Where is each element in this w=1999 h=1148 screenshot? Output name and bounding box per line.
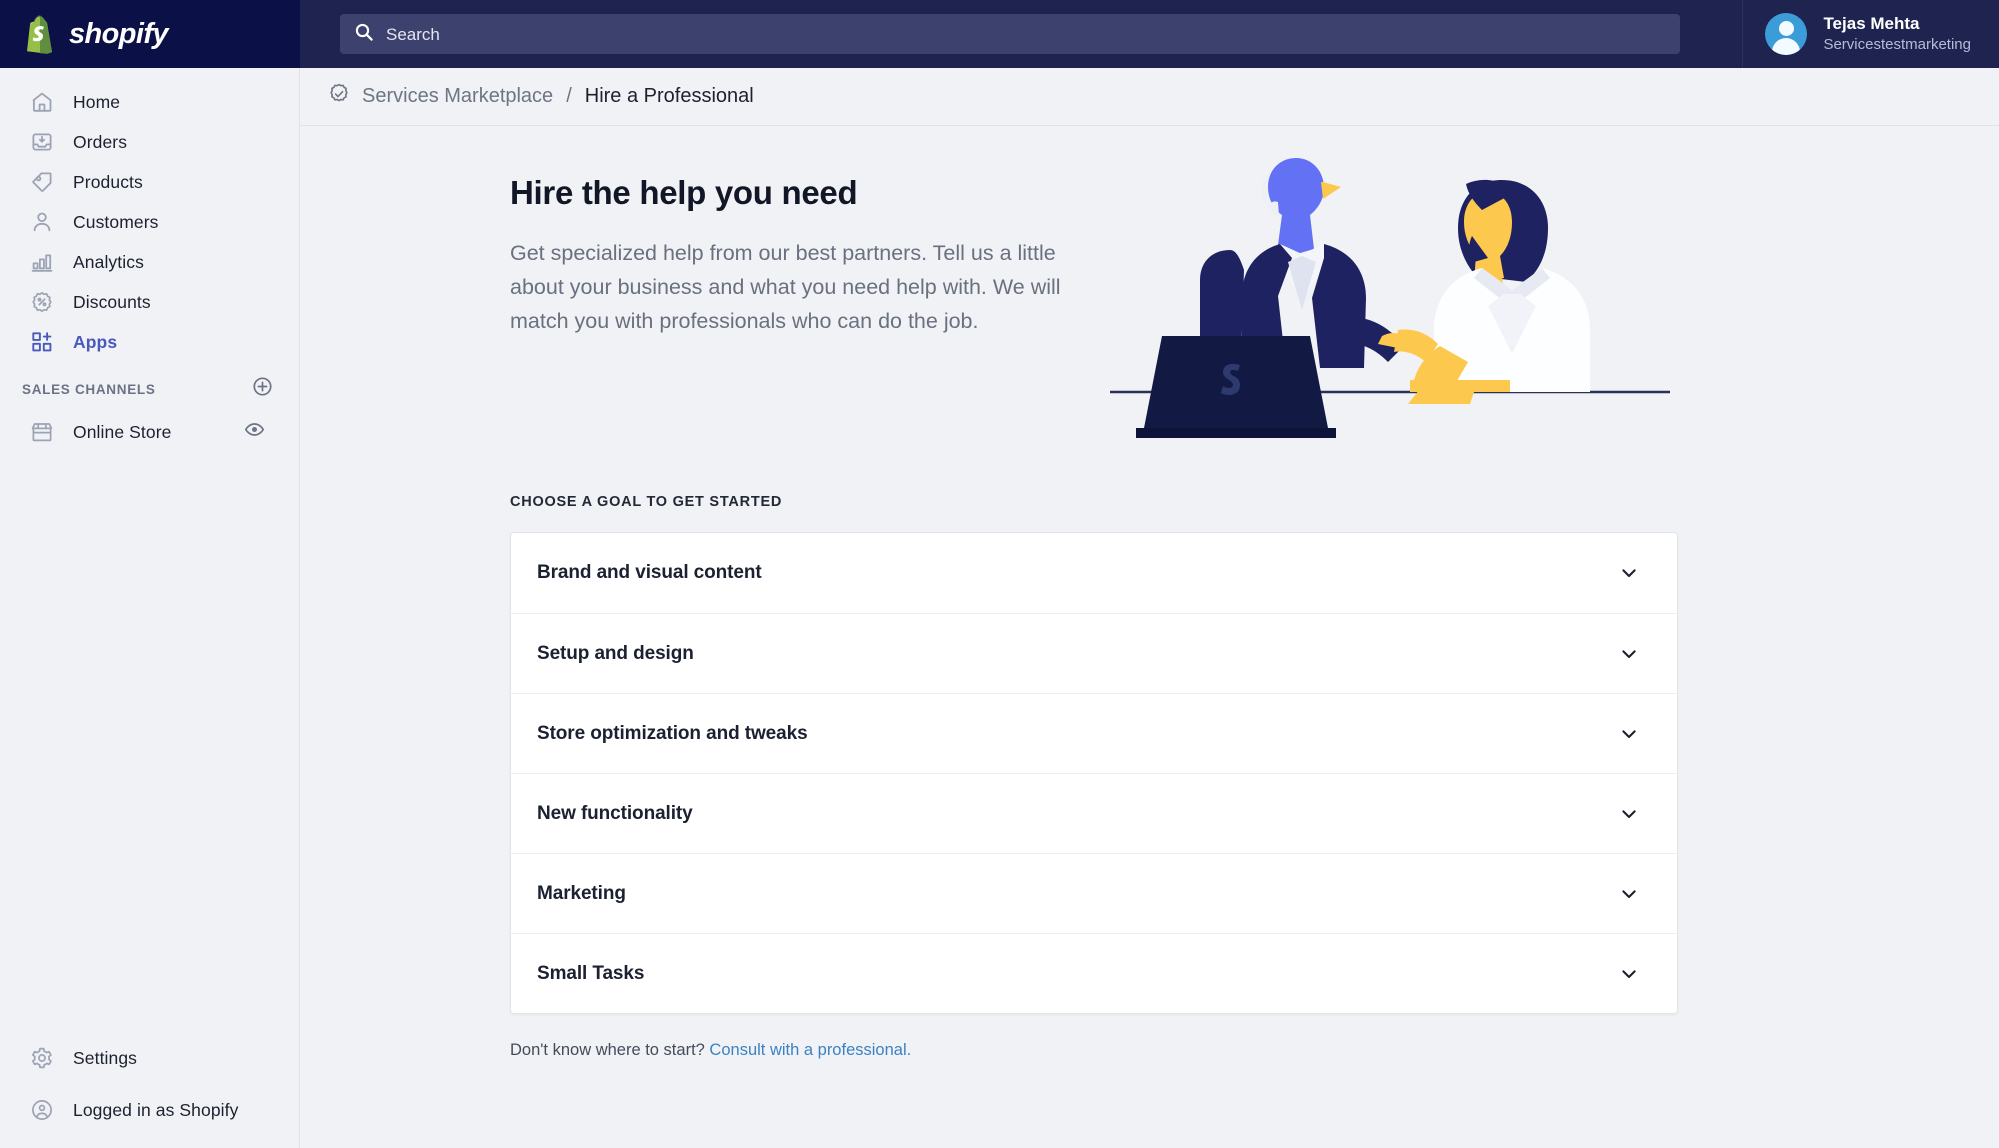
bar-chart-icon [30, 250, 54, 274]
accordion-label: Brand and visual content [537, 562, 762, 583]
accordion-label: New functionality [537, 802, 693, 824]
accordion-row-new-functionality[interactable]: New functionality [511, 773, 1677, 853]
search-icon [354, 22, 374, 47]
accordion-row-brand-and-visual-content[interactable]: Brand and visual content [511, 533, 1677, 613]
search-placeholder: Search [386, 24, 440, 44]
sales-channels-title: SALES CHANNELS [22, 381, 156, 397]
chevron-down-icon [1619, 563, 1639, 583]
chevron-down-icon [1619, 964, 1639, 984]
gear-icon [30, 1046, 54, 1070]
verified-badge-icon [328, 83, 350, 110]
sidebar-item-label: Settings [73, 1047, 138, 1068]
consult-professional-link[interactable]: Consult with a professional. [709, 1041, 911, 1059]
sidebar-item-label: Online Store [73, 421, 172, 442]
plus-circle-icon[interactable] [252, 376, 273, 402]
sidebar-item-label: Apps [73, 331, 118, 352]
chevron-down-icon [1619, 804, 1639, 824]
shopify-logo[interactable]: shopify [0, 0, 300, 68]
goals-accordion: Brand and visual content Setup and desig… [510, 532, 1678, 1014]
accordion-label: Store optimization and tweaks [537, 722, 808, 744]
sidebar-item-label: Home [73, 91, 121, 112]
accordion-row-small-tasks[interactable]: Small Tasks [511, 933, 1677, 1013]
chevron-down-icon [1619, 644, 1639, 664]
person-icon [30, 210, 54, 234]
sidebar-item-label: Products [73, 171, 143, 192]
top-bar-search-area: Search [300, 0, 1742, 68]
sales-channels-header: SALES CHANNELS [0, 362, 299, 412]
tag-icon [30, 170, 54, 194]
home-icon [30, 90, 54, 114]
accordion-row-setup-and-design[interactable]: Setup and design [511, 613, 1677, 693]
storefront-icon [30, 420, 54, 444]
footnote: Don't know where to start? Consult with … [510, 1041, 1680, 1060]
sidebar-item-label: Orders [73, 131, 128, 152]
sidebar-item-analytics[interactable]: Analytics [8, 242, 291, 282]
accordion-label: Marketing [537, 882, 626, 904]
accordion-row-store-optimization-and-tweaks[interactable]: Store optimization and tweaks [511, 693, 1677, 773]
sidebar-item-apps[interactable]: Apps [8, 322, 291, 362]
footnote-text: Don't know where to start? [510, 1041, 705, 1059]
chevron-down-icon [1619, 724, 1639, 744]
eye-icon[interactable] [244, 419, 265, 445]
body-row: Home Orders Products Customers Analytics… [0, 68, 1999, 1148]
page-title: Hire the help you need [510, 174, 858, 211]
two-people-at-laptop-illustration [1110, 158, 1680, 440]
sidebar-item-products[interactable]: Products [8, 162, 291, 202]
discount-icon [30, 290, 54, 314]
accordion-label: Small Tasks [537, 962, 645, 984]
search-input[interactable]: Search [340, 14, 1680, 54]
sidebar-item-label: Discounts [73, 291, 151, 312]
breadcrumb: Services Marketplace / Hire a Profession… [300, 68, 1999, 126]
user-menu[interactable]: Tejas Mehta Servicestestmarketing [1742, 0, 1999, 68]
goals-heading: CHOOSE A GOAL TO GET STARTED [510, 494, 783, 510]
breadcrumb-parent[interactable]: Services Marketplace [362, 85, 553, 108]
chevron-down-icon [1619, 884, 1639, 904]
sidebar-item-online-store[interactable]: Online Store [8, 412, 291, 452]
sidebar-item-logged-in-as[interactable]: Logged in as Shopify [8, 1090, 291, 1130]
shopify-admin-window: shopify Search Tejas Mehta Servicestestm… [0, 0, 1999, 1148]
orders-icon [30, 130, 54, 154]
user-name: Tejas Mehta [1823, 13, 1920, 33]
shopify-bag-icon [22, 14, 58, 54]
sidebar-bottom: Settings Logged in as Shopify [0, 1038, 299, 1148]
hero-text: Hire the help you need Get specialized h… [510, 160, 1110, 338]
brand-wordmark: shopify [69, 17, 169, 50]
top-bar: shopify Search Tejas Mehta Servicestestm… [0, 0, 1999, 68]
sidebar-item-label: Analytics [73, 251, 144, 272]
page-description: Get specialized help from our best partn… [510, 241, 1061, 333]
avatar [1765, 13, 1808, 55]
sidebar-item-label: Logged in as Shopify [73, 1099, 239, 1120]
sidebar-item-discounts[interactable]: Discounts [8, 282, 291, 322]
sidebar-item-label: Customers [73, 211, 159, 232]
sidebar-item-home[interactable]: Home [8, 82, 291, 122]
main-content: Services Marketplace / Hire a Profession… [300, 68, 1999, 1148]
accordion-label: Setup and design [537, 642, 694, 664]
breadcrumb-current: Hire a Professional [584, 85, 754, 107]
user-store-name: Servicestestmarketing [1823, 36, 1971, 54]
user-info: Tejas Mehta Servicestestmarketing [1823, 14, 1971, 54]
hero-section: Hire the help you need Get specialized h… [510, 158, 1680, 440]
sidebar-item-orders[interactable]: Orders [8, 122, 291, 162]
page-content: Hire the help you need Get specialized h… [300, 126, 1999, 1148]
account-circle-icon [30, 1098, 54, 1122]
accordion-row-marketing[interactable]: Marketing [511, 853, 1677, 933]
sidebar-item-settings[interactable]: Settings [8, 1038, 291, 1078]
breadcrumb-separator: / [566, 85, 572, 107]
apps-grid-icon [30, 330, 54, 354]
sidebar-item-customers[interactable]: Customers [8, 202, 291, 242]
sidebar: Home Orders Products Customers Analytics… [0, 68, 300, 1148]
